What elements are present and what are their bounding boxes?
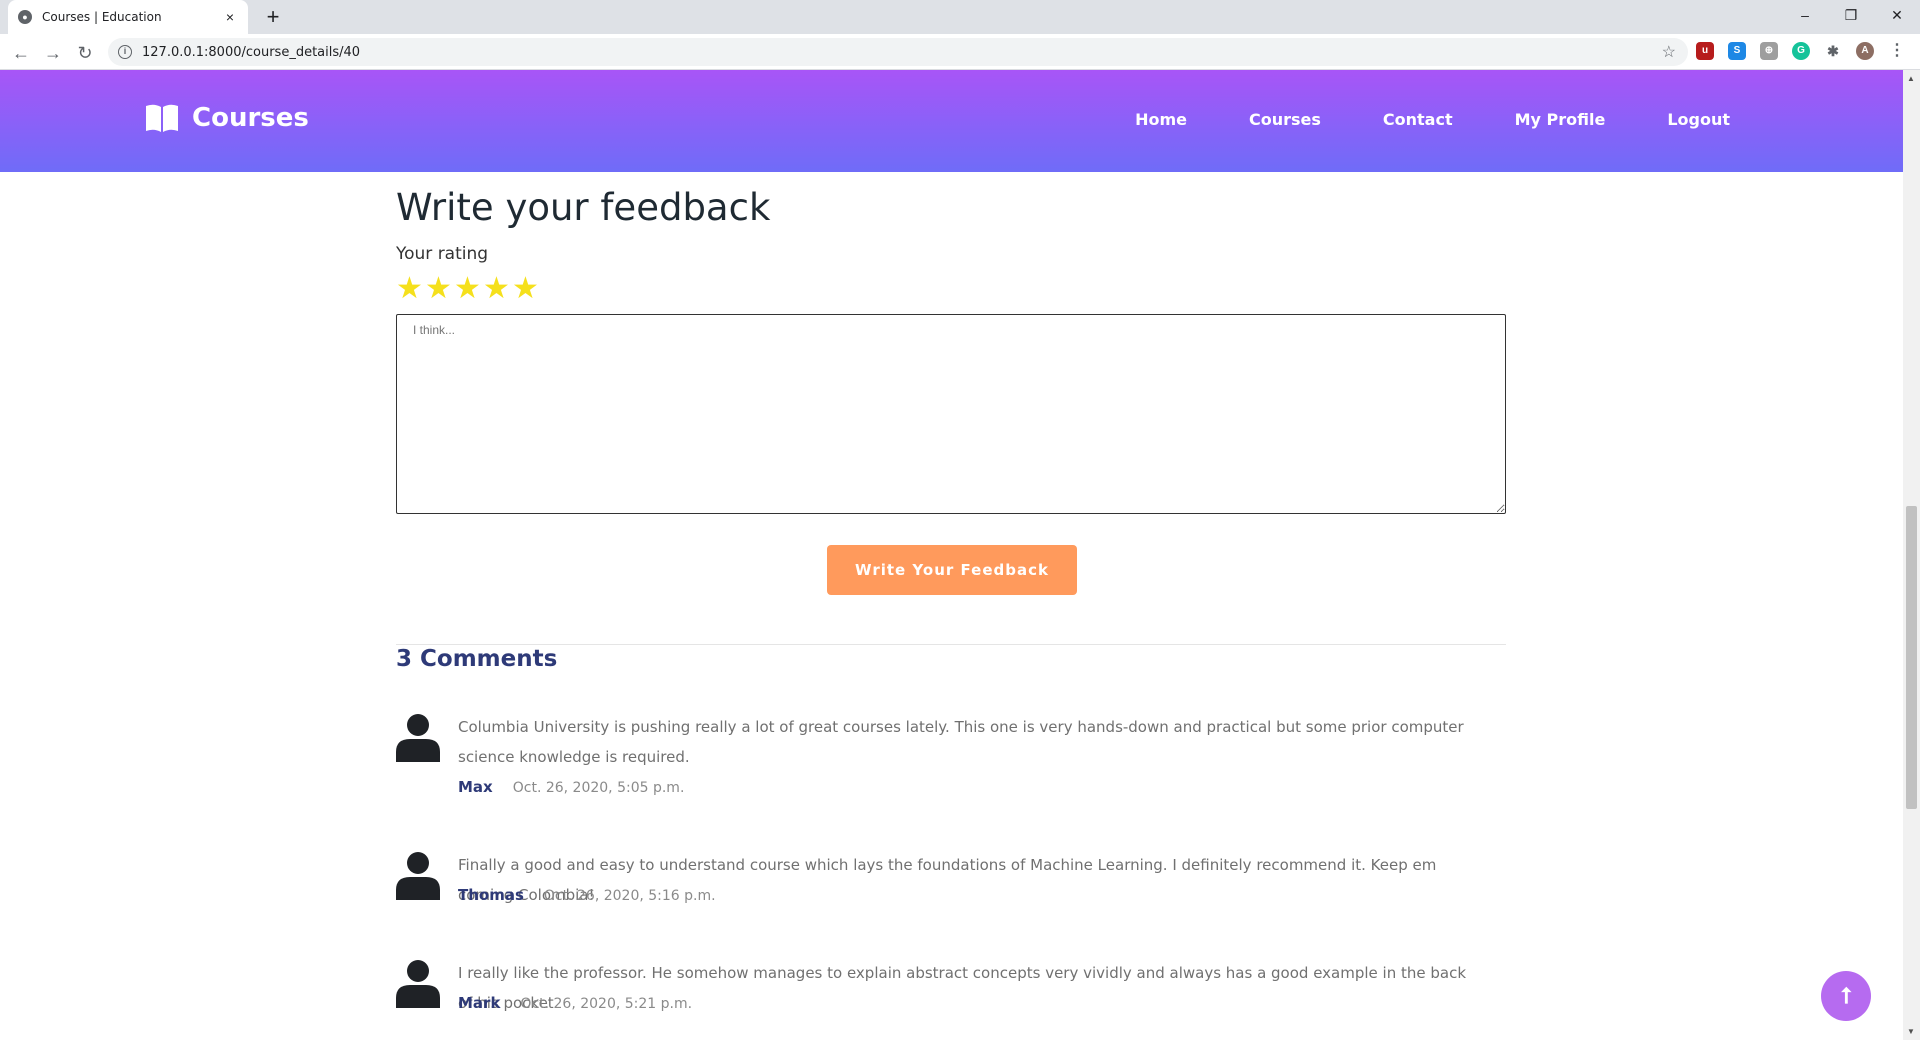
- extension-off-icon[interactable]: ⊕: [1760, 42, 1778, 60]
- maximize-button[interactable]: ❐: [1828, 0, 1874, 30]
- tab-title: Courses | Education: [42, 10, 162, 24]
- nav-logout[interactable]: Logout: [1667, 110, 1730, 129]
- comment-author: Max: [458, 778, 493, 796]
- tab-close-icon[interactable]: ×: [222, 9, 238, 25]
- rating-label: Your rating: [396, 244, 489, 264]
- comment-date: Oct. 26, 2020, 5:05 p.m.: [512, 780, 685, 796]
- comment-author: Thomas: [458, 886, 524, 904]
- forward-button[interactable]: →: [40, 40, 66, 66]
- new-tab-button[interactable]: +: [260, 4, 286, 30]
- star-icon[interactable]: ★: [425, 274, 452, 304]
- star-icon[interactable]: ★: [454, 274, 481, 304]
- minimize-button[interactable]: –: [1782, 0, 1828, 30]
- comment-meta: Thomas Oct. 26, 2020, 5:16 p.m.: [458, 886, 716, 904]
- feedback-heading: Write your feedback: [396, 186, 771, 229]
- s-extension-icon[interactable]: S: [1728, 42, 1746, 60]
- brand-logo[interactable]: Courses: [144, 102, 309, 134]
- comment-date: Oct. 26, 2020, 5:16 p.m.: [543, 888, 716, 904]
- star-icon[interactable]: ★: [512, 274, 539, 304]
- comment-date: Oct. 26, 2020, 5:21 p.m.: [520, 996, 693, 1012]
- globe-icon: ●: [18, 10, 32, 24]
- star-icon[interactable]: ★: [396, 274, 423, 304]
- info-icon[interactable]: i: [118, 45, 132, 59]
- scrollbar-thumb[interactable]: [1906, 506, 1917, 809]
- open-book-icon: [146, 104, 178, 132]
- user-avatar-icon: [396, 852, 440, 900]
- main-nav: Home Courses Contact My Profile Logout: [1135, 110, 1730, 129]
- brand-name: Courses: [192, 103, 309, 133]
- profile-avatar[interactable]: A: [1856, 42, 1874, 60]
- user-avatar-icon: [396, 714, 440, 762]
- browser-menu-icon[interactable]: ⋮: [1888, 42, 1906, 60]
- divider: [396, 644, 1506, 645]
- address-bar[interactable]: i 127.0.0.1:8000/course_details/40 ☆: [108, 38, 1688, 66]
- ublock-extension-icon[interactable]: u: [1696, 42, 1714, 60]
- grammarly-extension-icon[interactable]: G: [1792, 42, 1810, 60]
- star-icon[interactable]: ★: [483, 274, 510, 304]
- scroll-down-icon[interactable]: ▼: [1907, 1027, 1915, 1036]
- back-button[interactable]: ←: [8, 40, 34, 66]
- browser-tab[interactable]: ● Courses | Education ×: [8, 0, 248, 34]
- nav-home[interactable]: Home: [1135, 110, 1187, 129]
- close-window-button[interactable]: ✕: [1874, 0, 1920, 30]
- back-to-top-button[interactable]: ⭡: [1821, 971, 1871, 1021]
- nav-my-profile[interactable]: My Profile: [1515, 110, 1606, 129]
- comment-meta: Max Oct. 26, 2020, 5:05 p.m.: [458, 778, 684, 796]
- site-header: Courses Home Courses Contact My Profile …: [0, 70, 1903, 172]
- write-feedback-button[interactable]: Write Your Feedback: [827, 545, 1077, 595]
- comments-title: 3 Comments: [396, 646, 558, 672]
- star-rating[interactable]: ★ ★ ★ ★ ★: [396, 274, 539, 304]
- bookmark-star-icon[interactable]: ☆: [1662, 42, 1676, 62]
- browser-toolbar: ← → ↻ i 127.0.0.1:8000/course_details/40…: [0, 34, 1920, 70]
- scroll-up-icon[interactable]: ▲: [1907, 74, 1915, 83]
- nav-contact[interactable]: Contact: [1383, 110, 1453, 129]
- comment-meta: Mark Oct. 26, 2020, 5:21 p.m.: [458, 994, 692, 1012]
- user-avatar-icon: [396, 960, 440, 1008]
- feedback-textarea[interactable]: [396, 314, 1506, 514]
- browser-tab-bar: ● Courses | Education × + – ❐ ✕: [0, 0, 1920, 34]
- page-scrollbar[interactable]: ▲ ▼: [1903, 70, 1920, 1040]
- comment-author: Mark: [458, 994, 501, 1012]
- puzzle-extensions-icon[interactable]: ✱: [1824, 42, 1842, 60]
- nav-courses[interactable]: Courses: [1249, 110, 1321, 129]
- url-text[interactable]: 127.0.0.1:8000/course_details/40: [142, 45, 360, 60]
- reload-button[interactable]: ↻: [72, 40, 98, 66]
- comment-text: Columbia University is pushing really a …: [458, 718, 1464, 766]
